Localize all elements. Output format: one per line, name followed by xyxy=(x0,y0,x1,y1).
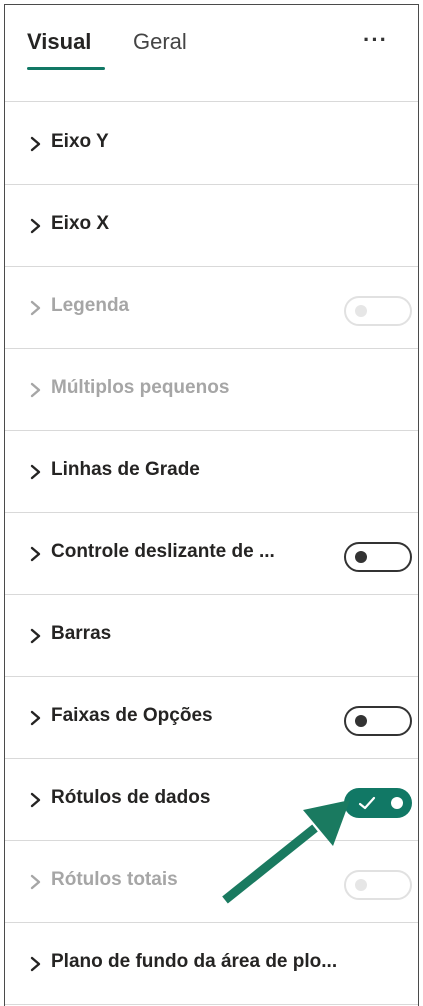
section-plano-de-fundo-da-area-de-plo[interactable]: Plano de fundo da área de plo... xyxy=(5,923,418,1005)
section-legenda: Legenda xyxy=(5,267,418,349)
tab-geral[interactable]: Geral xyxy=(133,29,187,55)
section-label: Rótulos totais xyxy=(51,869,178,890)
toggle-knob xyxy=(355,879,367,891)
active-tab-indicator xyxy=(27,67,105,70)
section-label: Legenda xyxy=(51,295,130,316)
section-label: Barras xyxy=(51,623,112,644)
section-label: Eixo Y xyxy=(51,131,109,152)
toggle-knob xyxy=(355,715,367,727)
chevron-right-icon xyxy=(25,130,47,158)
section-label: Linhas de Grade xyxy=(51,459,200,480)
section-label: Rótulos de dados xyxy=(51,787,211,808)
chevron-right-icon xyxy=(25,212,47,240)
chevron-right-icon xyxy=(25,294,47,322)
toggle-knob xyxy=(355,305,367,317)
more-options-icon[interactable]: ··· xyxy=(363,27,388,53)
section-label: Eixo X xyxy=(51,213,110,234)
chevron-right-icon xyxy=(25,950,47,978)
format-pane: Visual Geral ··· Eixo Y Eixo X Legenda Múlt… xyxy=(4,4,419,1006)
section-rotulos-totais: Rótulos totais xyxy=(5,841,418,923)
section-label: Faixas de Opções xyxy=(51,705,213,726)
toggle-knob xyxy=(391,797,403,809)
section-multiplos-pequenos: Múltiplos pequenos xyxy=(5,349,418,431)
chevron-right-icon xyxy=(25,540,47,568)
toggle-knob xyxy=(355,551,367,563)
section-linhas-de-grade[interactable]: Linhas de Grade xyxy=(5,431,418,513)
section-label: Controle deslizante de ... xyxy=(51,541,275,562)
toggle-switch-legenda xyxy=(344,296,412,326)
chevron-right-icon xyxy=(25,868,47,896)
section-label: Plano de fundo da área de plo... xyxy=(51,951,338,972)
toggle-switch-faixas-de-opcoes[interactable] xyxy=(344,706,412,736)
toggle-switch-rotulos-de-dados[interactable] xyxy=(344,788,412,818)
chevron-right-icon xyxy=(25,704,47,732)
section-controle-deslizante-de[interactable]: Controle deslizante de ... xyxy=(5,513,418,595)
chevron-right-icon xyxy=(25,376,47,404)
section-rotulos-de-dados[interactable]: Rótulos de dados xyxy=(5,759,418,841)
chevron-right-icon xyxy=(25,786,47,814)
tab-bar: Visual Geral ··· xyxy=(5,5,418,102)
section-barras[interactable]: Barras xyxy=(5,595,418,677)
chevron-right-icon xyxy=(25,622,47,650)
tab-visual[interactable]: Visual xyxy=(27,29,91,55)
toggle-switch-controle-deslizante-de[interactable] xyxy=(344,542,412,572)
chevron-right-icon xyxy=(25,458,47,486)
section-faixas-de-opcoes[interactable]: Faixas de Opções xyxy=(5,677,418,759)
toggle-switch-rotulos-totais xyxy=(344,870,412,900)
section-eixo-x[interactable]: Eixo X xyxy=(5,185,418,267)
checkmark-icon xyxy=(358,796,376,810)
section-label: Múltiplos pequenos xyxy=(51,377,230,398)
section-eixo-y[interactable]: Eixo Y xyxy=(5,103,418,185)
